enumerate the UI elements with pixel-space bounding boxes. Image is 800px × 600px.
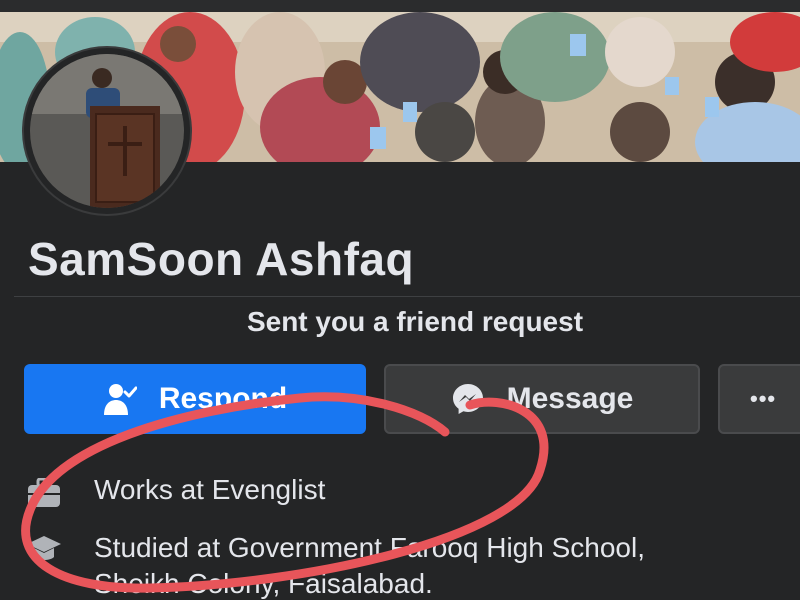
education-text: Studied at Government Farooq High School… — [94, 530, 754, 600]
avatar-image — [30, 54, 184, 208]
person-check-icon — [103, 382, 137, 416]
respond-button[interactable]: Respond — [24, 364, 366, 434]
education-line-2: Sheikh Colony, Faisalabad. — [94, 568, 433, 599]
divider — [14, 296, 800, 297]
respond-label: Respond — [158, 382, 288, 415]
work-info-row: Works at Evenglist — [24, 474, 325, 508]
graduation-cap-icon — [24, 530, 64, 566]
work-text: Works at Evenglist — [94, 474, 326, 505]
messenger-icon — [451, 382, 485, 416]
avatar[interactable] — [24, 48, 190, 214]
more-options-button[interactable]: ••• — [718, 364, 800, 434]
friend-request-text: Sent you a friend request — [246, 306, 584, 337]
briefcase-icon — [24, 474, 64, 508]
message-label: Message — [506, 382, 634, 415]
more-dots-icon: ••• — [750, 386, 777, 411]
profile-screen: SamSoon Ashfaq Sent you a friend request… — [0, 0, 800, 600]
message-button[interactable]: Message — [384, 364, 700, 434]
education-info-row: Studied at Government Farooq High School… — [24, 530, 754, 600]
education-line-1: Studied at Government Farooq High School… — [94, 532, 645, 563]
profile-name: SamSoon Ashfaq — [28, 233, 415, 285]
